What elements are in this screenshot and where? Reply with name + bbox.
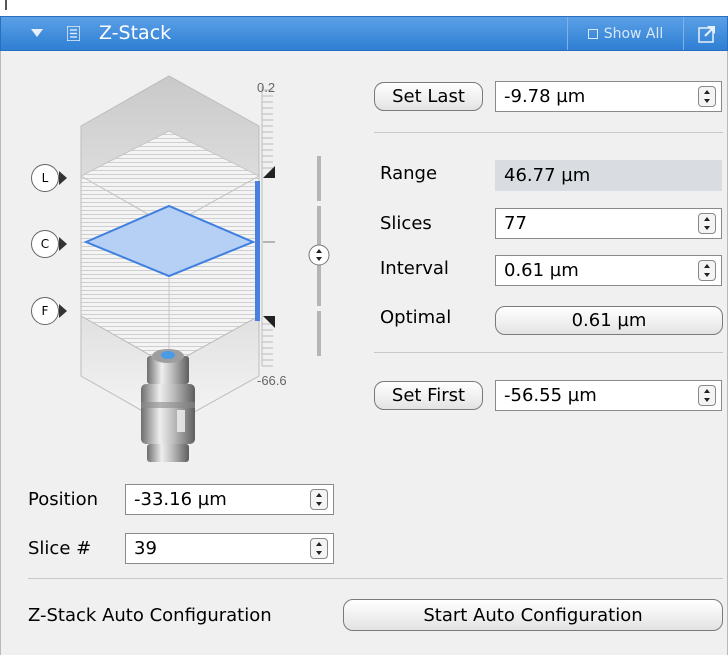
position-label: Position <box>28 489 99 510</box>
separator <box>374 352 723 353</box>
scale-top-label: 0.2 <box>257 80 276 95</box>
collapse-triangle-icon[interactable] <box>31 29 43 39</box>
center-marker[interactable]: C <box>31 230 59 258</box>
show-all-toggle[interactable]: Show All <box>567 17 683 50</box>
optimal-button[interactable]: 0.61 µm <box>495 306 723 335</box>
first-marker-arrow <box>59 304 67 318</box>
optimal-label: Optimal <box>380 307 452 328</box>
zstack-visualization <box>79 75 330 462</box>
range-value: 46.77 µm <box>495 160 722 191</box>
spin-icon[interactable] <box>698 385 716 406</box>
slice-number-field[interactable]: 39 <box>125 533 334 564</box>
slider-handle-icon <box>308 244 330 266</box>
start-auto-config-button[interactable]: Start Auto Configuration <box>343 599 723 631</box>
spin-icon[interactable] <box>698 213 716 234</box>
position-slider[interactable] <box>308 156 330 356</box>
popout-button[interactable] <box>683 17 728 50</box>
panel-header[interactable]: Z-Stack Show All <box>0 16 728 51</box>
spin-icon[interactable] <box>310 489 328 510</box>
last-marker[interactable]: L <box>31 164 59 192</box>
set-first-button[interactable]: Set First <box>374 381 483 410</box>
spin-icon[interactable] <box>698 260 716 281</box>
zstack-panel: 0.2 -66.6 L C F Set Last -9.78 µm Range … <box>0 51 728 655</box>
slice-number-label: Slice # <box>28 538 92 559</box>
show-all-label: Show All <box>603 25 664 42</box>
separator <box>374 132 723 133</box>
center-marker-arrow <box>59 237 67 251</box>
last-marker-arrow <box>59 171 67 185</box>
spin-icon[interactable] <box>698 86 716 107</box>
set-first-field[interactable]: -56.55 µm <box>495 380 722 411</box>
checkbox-icon <box>587 28 598 39</box>
slices-label: Slices <box>380 213 432 234</box>
set-last-field[interactable]: -9.78 µm <box>495 81 722 112</box>
interval-field[interactable]: 0.61 µm <box>495 255 722 286</box>
top-edge-mark <box>5 0 7 10</box>
slices-field[interactable]: 77 <box>495 208 722 239</box>
auto-config-label: Z-Stack Auto Configuration <box>28 605 272 626</box>
set-last-button[interactable]: Set Last <box>374 82 483 111</box>
spin-icon[interactable] <box>310 538 328 559</box>
objective-lens-icon <box>141 349 195 462</box>
scale-bottom-label: -66.6 <box>257 373 287 388</box>
popout-icon <box>697 25 715 43</box>
position-field[interactable]: -33.16 µm <box>125 484 334 515</box>
range-label: Range <box>380 163 438 184</box>
list-icon <box>67 26 80 41</box>
panel-title: Z-Stack <box>99 22 172 44</box>
first-marker[interactable]: F <box>31 297 59 325</box>
interval-label: Interval <box>380 258 449 279</box>
separator <box>28 578 723 579</box>
